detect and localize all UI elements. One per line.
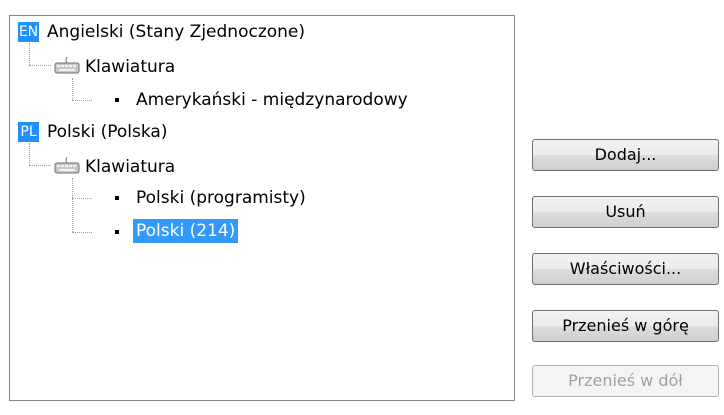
move-down-button[interactable]: Przenieś w dół [532,365,719,397]
tree-node-layout-polish-214[interactable]: Polski (214) [133,219,239,243]
tree-node-english-us[interactable]: Angielski (Stany Zjednoczone) [44,20,308,44]
tree-connector [72,100,92,101]
tree-node-layout-polish-programmers[interactable]: Polski (programisty) [133,186,309,210]
tree-connector [29,143,30,165]
tree-node-layout-us-international[interactable]: Amerykański - międzynarodowy [133,88,411,112]
properties-button[interactable]: Właściwości... [532,253,719,285]
en-language-badge-icon: EN [18,22,39,42]
bullet-icon [115,230,119,234]
tree-node-keyboard-en[interactable]: Klawiatura [82,55,178,79]
keyboard-icon [54,56,80,74]
tree-connector [29,43,30,65]
add-button[interactable]: Dodaj... [532,139,719,171]
bullet-icon [115,98,119,102]
tree-node-keyboard-pl[interactable]: Klawiatura [82,155,178,179]
tree-connector [72,78,73,100]
bullet-icon [115,196,119,200]
move-up-button[interactable]: Przenieś w górę [532,310,719,342]
input-languages-tree[interactable]: EN Angielski (Stany Zjednoczone) Klawiat… [9,15,515,401]
tree-connector [72,232,92,233]
tree-node-polish[interactable]: Polski (Polska) [44,120,170,144]
tree-connector [29,65,51,66]
tree-connector [72,198,92,199]
pl-language-badge-icon: PL [18,122,39,142]
keyboard-icon [54,156,80,174]
remove-button[interactable]: Usuń [532,196,719,228]
tree-connector [72,178,73,232]
tree-connector [29,165,51,166]
